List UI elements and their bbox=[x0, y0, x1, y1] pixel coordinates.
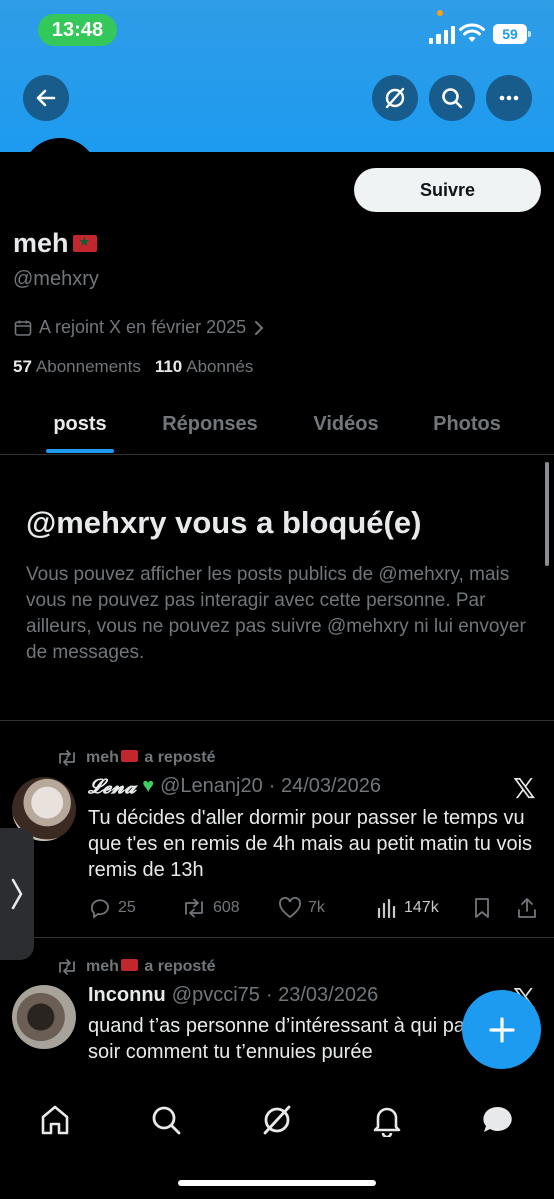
grok-icon bbox=[385, 87, 405, 109]
post-author-name[interactable]: 𝓛𝓮𝓷𝓪 bbox=[88, 774, 136, 798]
profile-avatar[interactable] bbox=[22, 138, 98, 214]
nav-home[interactable] bbox=[35, 1100, 75, 1140]
following-link[interactable]: 57 Abonnements bbox=[13, 357, 141, 377]
back-button[interactable] bbox=[23, 75, 69, 121]
search-icon bbox=[442, 88, 463, 109]
reply-icon bbox=[90, 899, 109, 919]
wifi-icon bbox=[459, 23, 485, 42]
battery-icon: 59 bbox=[493, 24, 531, 44]
bell-icon bbox=[373, 1107, 401, 1137]
share-button[interactable] bbox=[516, 897, 538, 919]
morocco-flag-icon bbox=[120, 959, 138, 971]
grok-button[interactable] bbox=[372, 75, 418, 121]
bookmark-button[interactable] bbox=[472, 897, 492, 919]
compose-button[interactable] bbox=[462, 990, 541, 1069]
followers-link[interactable]: 110 Abonnés bbox=[155, 357, 254, 377]
arrow-left-icon bbox=[36, 89, 56, 107]
nav-messages[interactable] bbox=[478, 1100, 518, 1140]
grok-icon bbox=[263, 1105, 291, 1135]
analytics-icon bbox=[377, 898, 396, 918]
post-text: Tu décides d'aller dormir pour passer le… bbox=[88, 807, 533, 881]
post-date: · 24/03/2026 bbox=[268, 774, 382, 797]
post-author-avatar[interactable] bbox=[12, 985, 76, 1049]
home-icon bbox=[41, 1105, 69, 1135]
like-button[interactable]: 7k bbox=[278, 897, 325, 919]
repost-button[interactable]: 608 bbox=[181, 898, 240, 918]
post-author-handle[interactable]: @Lenanj20 bbox=[160, 775, 263, 798]
calendar-icon bbox=[14, 320, 32, 336]
nav-notifications[interactable] bbox=[367, 1100, 407, 1140]
repost-icon bbox=[185, 898, 203, 918]
bookmark-icon bbox=[475, 898, 489, 918]
post-author-handle[interactable]: @pvcci75 bbox=[172, 984, 260, 1007]
morocco-flag-icon bbox=[72, 234, 97, 252]
share-icon bbox=[518, 898, 536, 918]
side-panel-handle[interactable] bbox=[0, 828, 34, 960]
more-horizontal-icon bbox=[499, 95, 519, 101]
status-bar: 13:48 59 bbox=[0, 0, 554, 60]
profile-stats: 57 Abonnements 110 Abonnés bbox=[13, 357, 253, 377]
more-options-button[interactable] bbox=[486, 75, 532, 121]
heart-icon bbox=[279, 897, 301, 919]
chevron-right-icon bbox=[255, 320, 264, 335]
scrollbar[interactable] bbox=[545, 462, 549, 566]
tab-videos[interactable]: Vidéos bbox=[260, 395, 432, 453]
divider bbox=[0, 720, 554, 721]
tab-replies[interactable]: Réponses bbox=[160, 395, 260, 453]
post-actions: 25 608 7k 147k bbox=[88, 895, 540, 921]
profile-tabs: posts Réponses Vidéos Photos bbox=[0, 395, 554, 455]
profile-display-name: meh bbox=[13, 228, 97, 259]
home-indicator[interactable] bbox=[178, 1180, 376, 1186]
tab-photos[interactable]: Photos bbox=[432, 395, 502, 453]
blocked-title: @mehxry vous a bloqué(e) bbox=[26, 505, 422, 540]
follow-button[interactable]: Suivre bbox=[354, 168, 541, 212]
search-icon bbox=[152, 1106, 181, 1135]
post-header: Inconnu @pvcci75 · 23/03/2026 bbox=[88, 984, 378, 1007]
divider bbox=[0, 937, 554, 938]
cell-signal-icon bbox=[429, 26, 455, 44]
chat-bubble-icon bbox=[483, 1106, 512, 1132]
repost-icon bbox=[59, 959, 75, 975]
blocked-description: Vous pouvez afficher les posts publics d… bbox=[26, 564, 526, 663]
tab-posts[interactable]: posts bbox=[0, 395, 160, 453]
repost-indicator[interactable]: meh a reposté bbox=[56, 958, 216, 976]
privacy-indicator-icon bbox=[437, 10, 443, 16]
joined-date-row[interactable]: A rejoint X en février 2025 bbox=[13, 317, 266, 338]
chevron-right-icon bbox=[11, 878, 23, 910]
post-author-name[interactable]: Inconnu bbox=[88, 984, 166, 1007]
search-button[interactable] bbox=[429, 75, 475, 121]
repost-icon bbox=[59, 750, 75, 766]
plus-icon bbox=[488, 1016, 515, 1043]
nav-grok[interactable] bbox=[257, 1100, 297, 1140]
status-time: 13:48 bbox=[38, 14, 117, 46]
display-name-text: meh bbox=[13, 228, 69, 258]
joined-text: A rejoint X en février 2025 bbox=[39, 317, 247, 337]
post-date: · 23/03/2026 bbox=[265, 984, 379, 1006]
repost-indicator[interactable]: meh a reposté bbox=[56, 749, 216, 767]
profile-handle: @mehxry bbox=[13, 268, 99, 290]
views-button[interactable]: 147k bbox=[376, 898, 439, 918]
x-logo-icon: 𝕏 bbox=[513, 772, 536, 805]
post-header: 𝓛𝓮𝓷𝓪 ♥ @Lenanj20 · 24/03/2026 bbox=[88, 774, 381, 798]
nav-search[interactable] bbox=[146, 1100, 186, 1140]
active-tab-indicator bbox=[46, 449, 114, 453]
morocco-flag-icon bbox=[120, 750, 138, 762]
green-heart-icon: ♥ bbox=[142, 774, 155, 797]
reply-button[interactable]: 25 bbox=[88, 897, 136, 919]
